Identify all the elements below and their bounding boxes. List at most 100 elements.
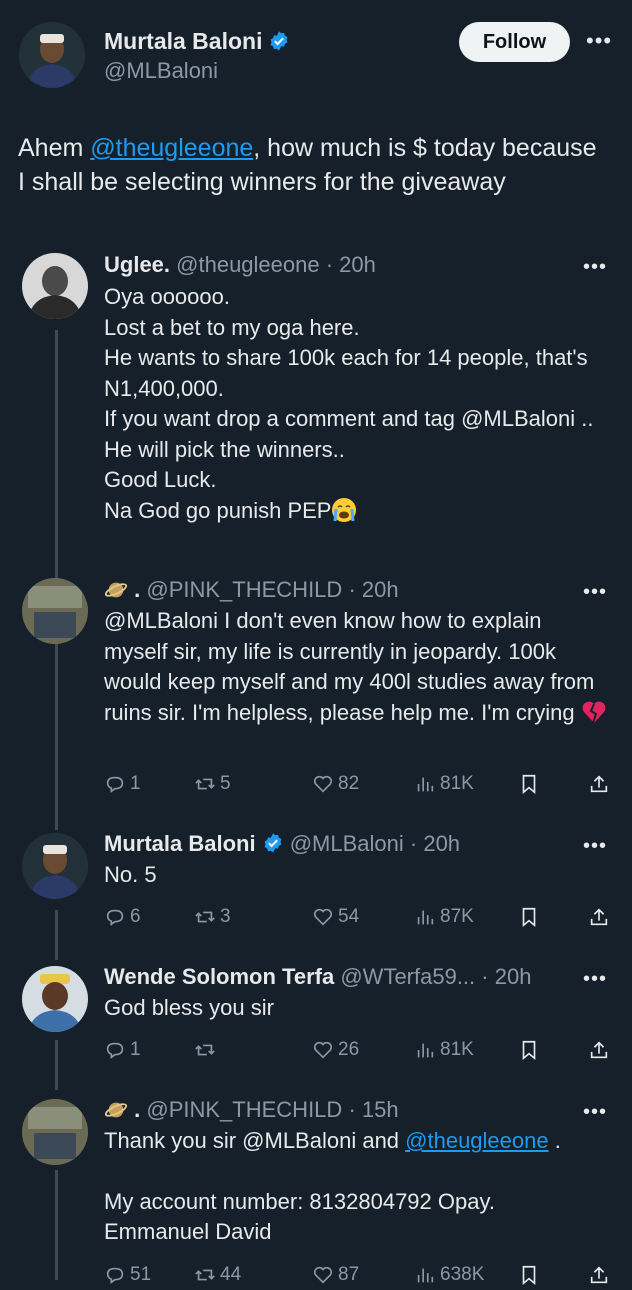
repost-button[interactable]: 44	[194, 1260, 241, 1290]
reply-button[interactable]: 1	[104, 769, 141, 799]
more-options-icon[interactable]: •••	[583, 836, 607, 856]
pink2-actions: 51 44 87 638K	[104, 1260, 614, 1290]
person-avatar-icon	[22, 966, 88, 1032]
views-count: 87K	[440, 906, 474, 927]
like-count: 82	[338, 773, 360, 794]
pink-text-body: @MLBaloni I don't even know how to expla…	[104, 608, 595, 725]
more-options-icon[interactable]: •••	[583, 582, 607, 602]
bookmark-icon	[522, 1265, 536, 1286]
views-button[interactable]: 638K	[414, 1260, 484, 1290]
murtala-name[interactable]: Murtala Baloni	[104, 831, 256, 856]
share-button[interactable]	[588, 902, 610, 932]
uglee-line: If you want drop a comment and tag @MLBa…	[104, 406, 594, 431]
pink2-text: Thank you sir @MLBaloni and @theugleeone…	[104, 1126, 609, 1248]
pink-text: @MLBaloni I don't even know how to expla…	[104, 606, 609, 728]
wende-name[interactable]: Wende Solomon Terfa	[104, 964, 334, 989]
author-handle[interactable]: @MLBaloni	[104, 56, 218, 86]
person-avatar-icon	[19, 22, 85, 88]
views-icon	[417, 1043, 434, 1058]
like-button[interactable]: 54	[312, 902, 359, 932]
views-button[interactable]: 87K	[414, 902, 474, 932]
follow-button[interactable]: Follow	[459, 22, 570, 62]
like-button[interactable]: 26	[312, 1035, 359, 1065]
author-name[interactable]: Murtala Baloni	[104, 28, 262, 54]
reply-count: 1	[130, 1039, 141, 1060]
views-button[interactable]: 81K	[414, 1035, 474, 1065]
views-count: 81K	[440, 1039, 474, 1060]
person-avatar-icon	[22, 833, 88, 899]
views-icon	[417, 777, 434, 792]
pink2-line3: Emmanuel David	[104, 1219, 272, 1244]
bookmark-icon	[522, 1040, 536, 1061]
reply-button[interactable]: 6	[104, 902, 141, 932]
wende-handle[interactable]: @WTerfa59...	[340, 964, 475, 989]
uglee-time[interactable]: · 20h	[326, 252, 376, 277]
share-button[interactable]	[588, 1035, 610, 1065]
repost-icon	[195, 911, 215, 923]
thread-line	[55, 330, 58, 590]
mention-link[interactable]: @theugleeone	[90, 134, 253, 162]
uglee-line: He will pick the winners..	[104, 436, 345, 462]
pink2-handle[interactable]: @PINK_THECHILD	[146, 1097, 342, 1122]
uglee-header: Uglee. @theugleeone · 20h	[104, 250, 376, 280]
pink-handle[interactable]: @PINK_THECHILD	[146, 577, 342, 602]
broken-heart-icon	[582, 701, 606, 723]
more-options-icon[interactable]: •••	[583, 257, 607, 277]
views-button[interactable]: 81K	[414, 769, 474, 799]
planet-icon	[104, 582, 128, 598]
share-button[interactable]	[588, 769, 610, 799]
share-icon	[590, 908, 608, 926]
murtala-time[interactable]: · 20h	[410, 831, 460, 856]
person-avatar-icon	[22, 578, 88, 644]
pink-time[interactable]: · 20h	[348, 577, 398, 602]
uglee-avatar[interactable]	[22, 253, 88, 319]
murtala-handle[interactable]: @MLBaloni	[290, 831, 404, 856]
pink-name[interactable]: .	[134, 577, 140, 602]
like-count: 54	[338, 906, 360, 927]
murtala-avatar[interactable]	[22, 833, 88, 899]
wende-actions: 1 26 81K	[104, 1035, 614, 1065]
heart-icon	[313, 1266, 333, 1284]
pink2-time[interactable]: · 15h	[348, 1097, 398, 1122]
more-options-icon[interactable]: •••	[583, 1102, 607, 1122]
repost-button[interactable]	[194, 1035, 220, 1065]
thread-line	[55, 910, 58, 960]
views-count: 638K	[440, 1264, 485, 1285]
like-button[interactable]: 87	[312, 1260, 359, 1290]
pink-avatar[interactable]	[22, 1099, 88, 1165]
wende-avatar[interactable]	[22, 966, 88, 1032]
bookmark-button[interactable]	[518, 1035, 540, 1065]
views-icon	[417, 1268, 434, 1283]
share-button[interactable]	[588, 1260, 610, 1290]
pink-avatar[interactable]	[22, 578, 88, 644]
repost-button[interactable]: 3	[194, 902, 231, 932]
murtala-header: Murtala Baloni @MLBaloni · 20h	[104, 829, 460, 859]
uglee-name[interactable]: Uglee.	[104, 252, 170, 277]
pink2-name[interactable]: .	[134, 1097, 140, 1122]
reply-count: 6	[130, 906, 141, 927]
wende-time[interactable]: · 20h	[481, 964, 531, 989]
bookmark-button[interactable]	[518, 769, 540, 799]
bookmark-button[interactable]	[518, 902, 540, 932]
mention-link[interactable]: @theugleeone	[405, 1128, 548, 1153]
reply-button[interactable]: 1	[104, 1035, 141, 1065]
like-button[interactable]: 82	[312, 769, 359, 799]
reply-button[interactable]: 51	[104, 1260, 151, 1290]
murtala-actions: 6 3 54 87K	[104, 902, 614, 932]
more-options-icon[interactable]: •••	[583, 969, 607, 989]
share-icon	[590, 1266, 608, 1284]
repost-button[interactable]: 5	[194, 769, 231, 799]
uglee-handle[interactable]: @theugleeone	[176, 252, 319, 277]
repost-count: 44	[220, 1264, 242, 1285]
views-icon	[417, 910, 434, 925]
author-avatar[interactable]	[19, 22, 85, 88]
tweet-text: Ahem @theugleeone, how much is $ today b…	[18, 131, 608, 199]
bookmark-icon	[522, 907, 536, 928]
thread-line	[55, 1170, 58, 1280]
share-icon	[590, 1041, 608, 1059]
thread-line	[55, 640, 58, 830]
more-options-icon[interactable]: •••	[586, 30, 612, 52]
bookmark-button[interactable]	[518, 1260, 540, 1290]
pink-header: . @PINK_THECHILD · 20h	[104, 575, 399, 605]
reply-count: 51	[130, 1264, 152, 1285]
